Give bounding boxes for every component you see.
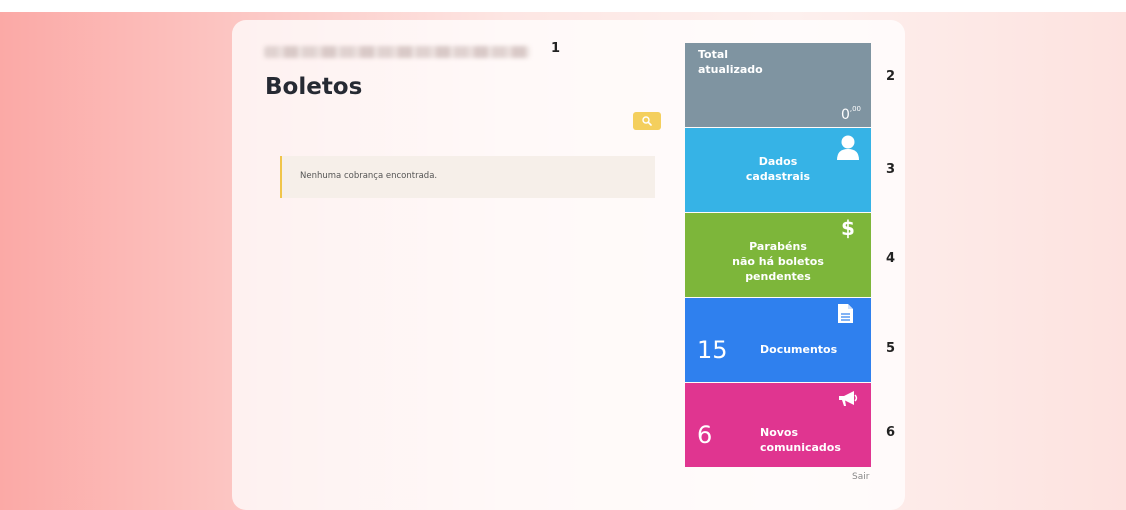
dados-label: Dados cadastrais [745,155,811,183]
annotation-5: 5 [886,341,896,356]
total-value: 0,00 [840,105,861,123]
dados-cadastrais-tile[interactable]: Dados cadastrais [685,128,871,212]
annotation-2: 2 [886,69,896,84]
search-button[interactable] [633,112,661,130]
empty-notice: Nenhuma cobrança encontrada. [280,156,655,198]
megaphone-icon [839,391,858,406]
annotation-6: 6 [886,425,896,440]
annotation-3: 3 [886,162,896,177]
search-icon [642,116,652,126]
documentos-label: Documentos [760,343,838,356]
annotation-4: 4 [886,251,896,266]
top-bar [0,0,1126,12]
logout-link[interactable]: Sair [852,472,869,482]
comunicados-count: 6 [697,421,713,449]
comunicados-label: Novos comunicados [760,426,841,454]
blurred-client-name [264,46,530,58]
page-title: Boletos [265,74,363,100]
documentos-count: 15 [697,336,728,364]
total-cents: ,00 [849,105,861,113]
boletos-tile[interactable]: $ Parabéns não há boletos pendentes [685,213,871,297]
comunicados-tile[interactable]: 6 Novos comunicados [685,383,871,467]
total-label: Total atualizado [698,48,763,76]
documentos-tile[interactable]: 15 Documentos [685,298,871,382]
dollar-icon: $ [841,216,855,240]
annotation-1: 1 [551,41,561,56]
empty-notice-text: Nenhuma cobrança encontrada. [300,171,438,181]
boletos-label: Parabéns não há boletos pendentes [732,240,824,283]
total-tile[interactable]: Total atualizado 0,00 [685,43,871,127]
document-icon [838,304,853,323]
